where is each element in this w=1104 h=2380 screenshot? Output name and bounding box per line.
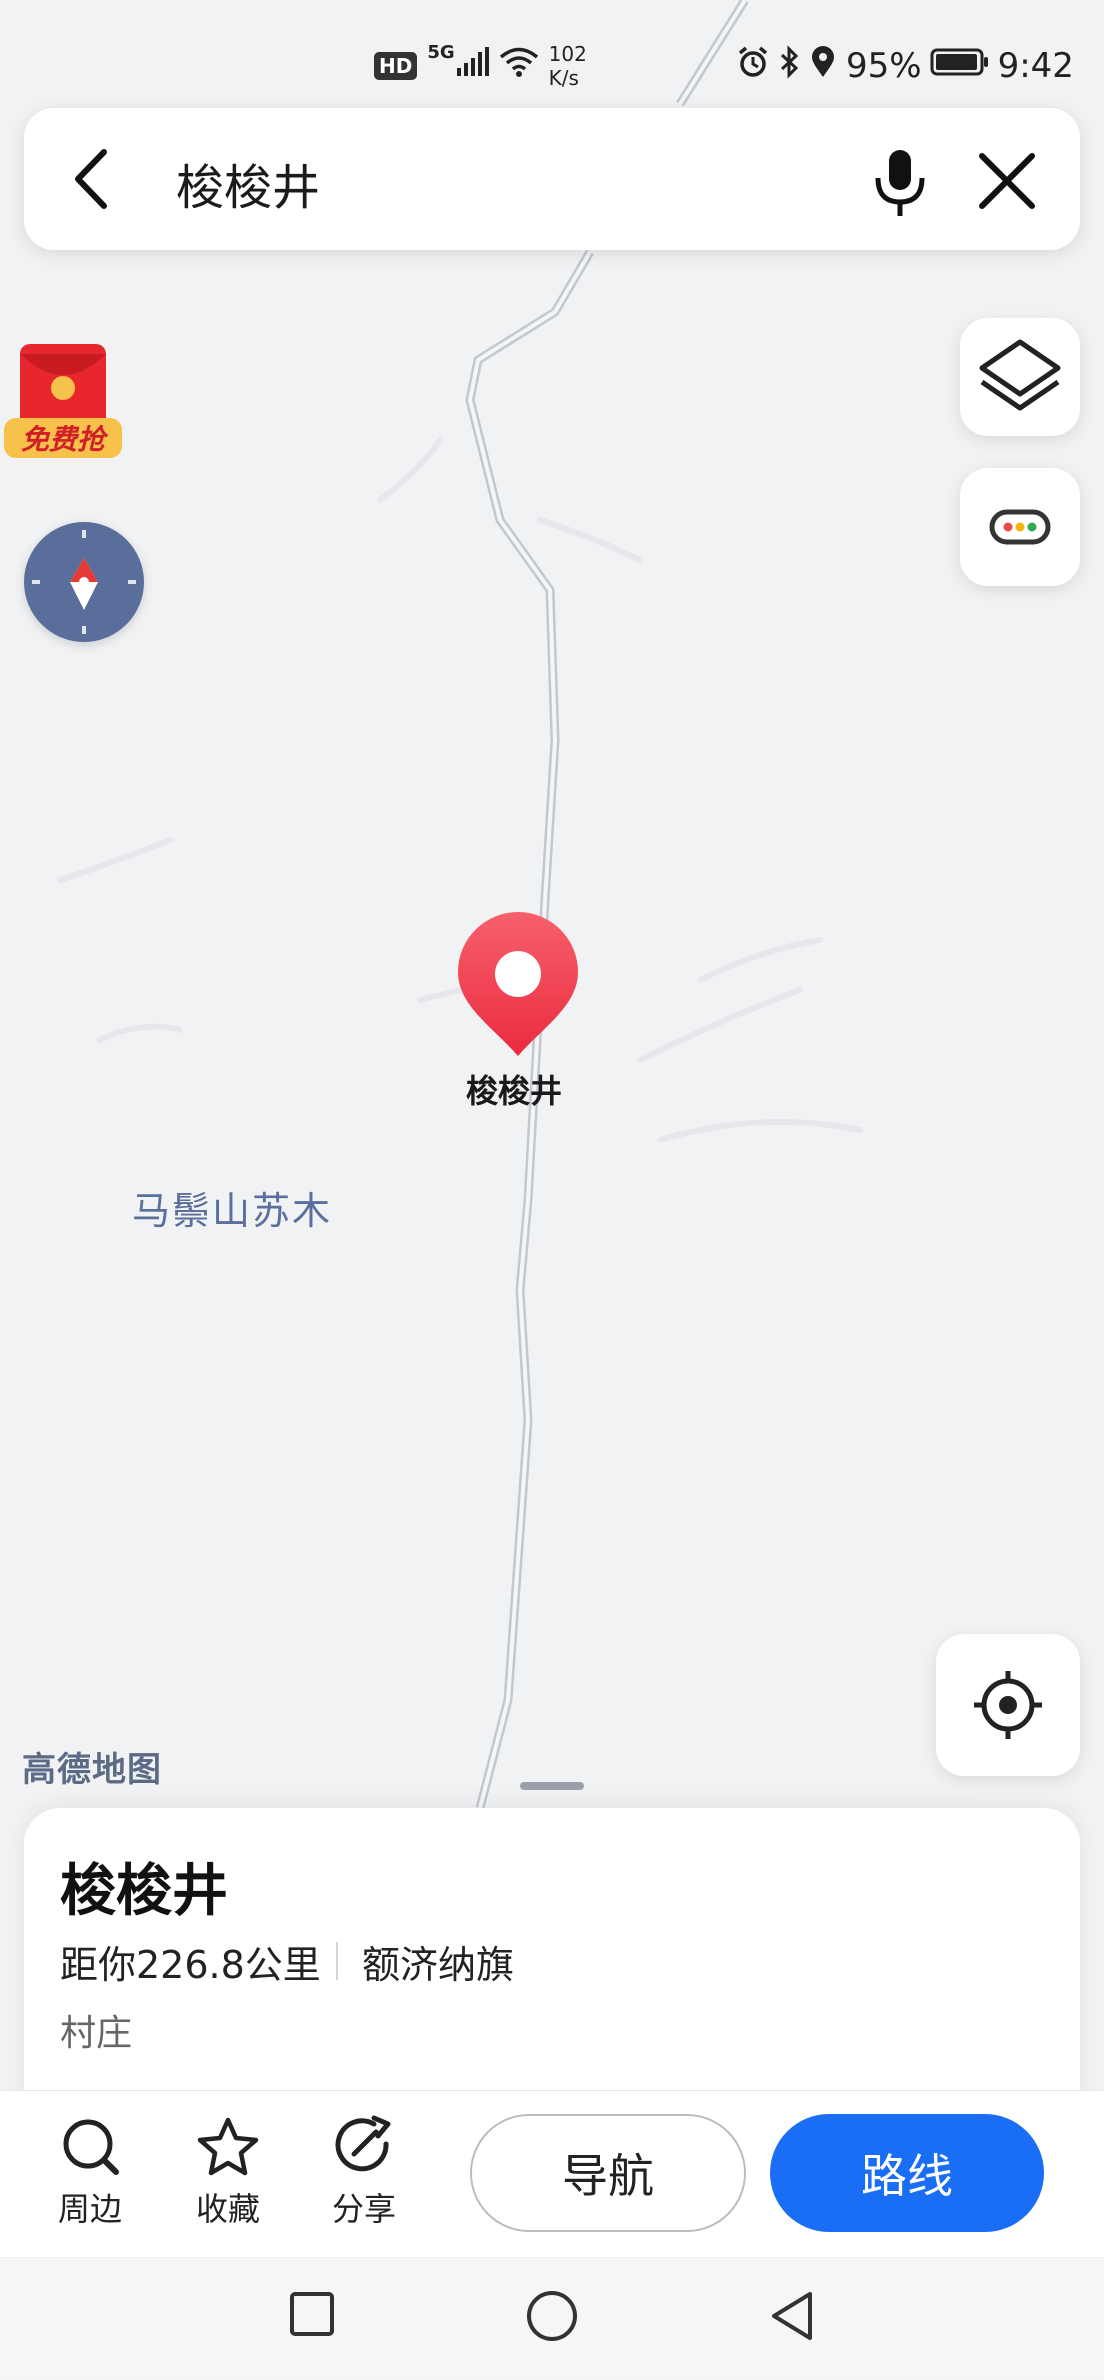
close-icon[interactable]	[974, 148, 1040, 218]
traffic-button[interactable]	[960, 468, 1080, 586]
place-distance: 距你226.8公里	[60, 1943, 321, 1987]
home-icon[interactable]	[524, 2288, 580, 2348]
recent-apps-icon[interactable]	[288, 2290, 336, 2342]
net-speed: 102 K/s	[549, 42, 587, 90]
battery-percent: 95%	[846, 46, 922, 86]
compass-button[interactable]	[24, 522, 144, 642]
share-icon	[335, 2115, 391, 2172]
route-button[interactable]: 路线	[770, 2114, 1044, 2232]
locate-me-button[interactable]	[936, 1634, 1080, 1776]
location-icon	[810, 45, 836, 88]
alarm-icon	[736, 45, 770, 88]
place-region: 额济纳旗	[362, 1943, 515, 1987]
share-button[interactable]: 分享	[304, 2114, 424, 2230]
battery-icon	[930, 46, 990, 86]
location-pin-icon[interactable]	[454, 910, 582, 1064]
search-icon	[63, 2119, 119, 2175]
nearby-label: 周边	[57, 2190, 122, 2228]
compass-icon	[32, 530, 136, 634]
promo-red-envelope[interactable]: 免费抢	[4, 340, 122, 464]
clock: 9:42	[997, 46, 1074, 86]
bluetooth-icon	[778, 44, 802, 88]
search-input[interactable]: 梭梭井	[176, 148, 320, 218]
place-category: 村庄	[60, 2013, 133, 2054]
nearby-button[interactable]: 周边	[30, 2114, 150, 2230]
divider	[336, 1942, 338, 1980]
star-icon	[197, 2117, 259, 2176]
pin-label: 梭梭井	[466, 1072, 563, 1110]
status-bar-right: 95% 9:42	[736, 36, 1074, 96]
net-speed-value: 102	[548, 42, 587, 66]
map-brand-logo: 高德地图	[22, 1750, 162, 1790]
favorite-label: 收藏	[195, 2190, 260, 2228]
signal-icon	[455, 46, 489, 87]
status-bar: HD 5G 102 K/s	[374, 36, 587, 96]
navigate-button[interactable]: 导航	[470, 2114, 746, 2232]
crosshair-icon	[974, 1671, 1042, 1739]
map-place-label: 马鬃山苏木	[132, 1189, 333, 1233]
network-type: 5G	[427, 42, 455, 63]
wifi-icon	[499, 46, 539, 87]
back-arrow-icon[interactable]	[62, 144, 122, 218]
place-title: 梭梭井	[60, 1859, 228, 1924]
promo-label: 免费抢	[4, 418, 122, 458]
share-label: 分享	[331, 2190, 396, 2228]
back-icon[interactable]	[766, 2288, 818, 2348]
layers-icon	[979, 339, 1061, 411]
traffic-light-icon	[989, 509, 1051, 545]
hd-badge: HD	[374, 52, 418, 80]
net-speed-unit: K/s	[548, 66, 579, 90]
layers-button[interactable]	[960, 318, 1080, 436]
microphone-icon[interactable]	[868, 146, 932, 224]
drag-handle[interactable]	[520, 1782, 584, 1790]
favorite-button[interactable]: 收藏	[168, 2114, 288, 2230]
